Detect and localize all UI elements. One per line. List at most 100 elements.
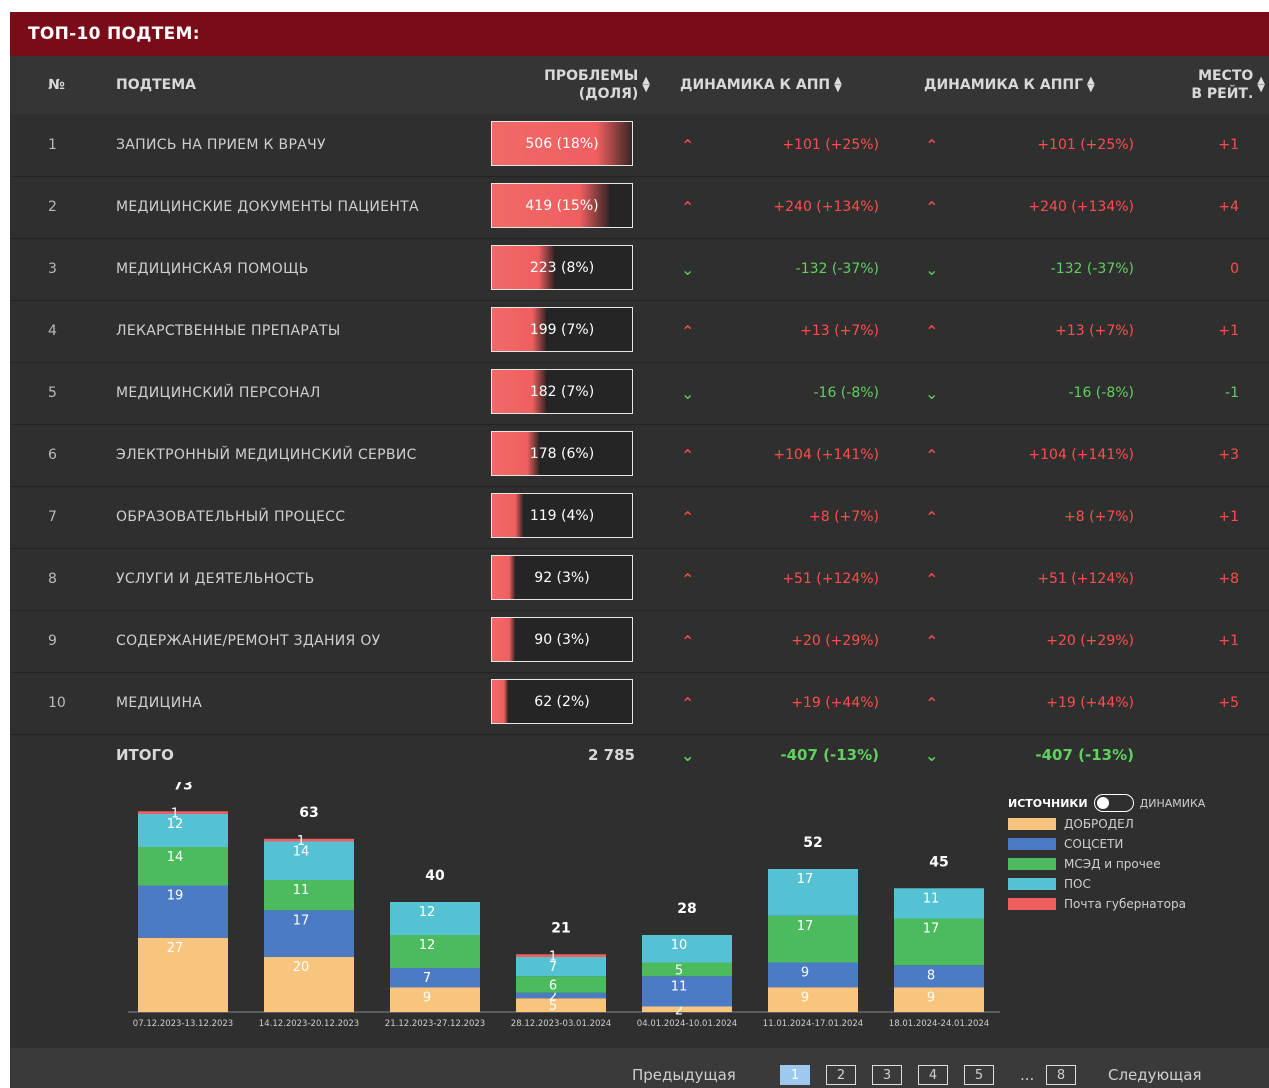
bar-total-label: 45 — [929, 854, 948, 870]
header-dyn-appg[interactable]: ДИНАМИКА К АППГ ▲ ▼ — [924, 56, 1095, 114]
table-row[interactable]: 4 ЛЕКАРСТВЕННЫЕ ПРЕПАРАТЫ 199 (7%) ⌃ +13 (+7… — [10, 300, 1269, 363]
chevron-down-icon: ⌄ — [925, 259, 939, 279]
bar-segment-label: 17 — [797, 872, 814, 887]
row-subtopic: ЛЕКАРСТВЕННЫЕ ПРЕПАРАТЫ — [116, 322, 341, 339]
row-place: +5 — [1218, 695, 1239, 711]
bar-total-label: 73 — [173, 782, 192, 793]
row-dyn-app: +20 (+29%) — [791, 633, 879, 649]
bar-segment-label: 17 — [293, 913, 310, 928]
bar-segment[interactable] — [768, 962, 858, 988]
x-tick-label: 07.12.2023-13.12.2023 — [133, 1019, 233, 1029]
table-row[interactable]: 9 СОДЕРЖАНИЕ/РЕМОНТ ЗДАНИЯ ОУ 90 (3%) ⌃ +20 … — [10, 610, 1269, 673]
bar-segment[interactable] — [264, 838, 354, 842]
sort-icon[interactable]: ▲ ▼ — [642, 76, 650, 94]
row-dyn-appg: +51 (+124%) — [1037, 571, 1134, 587]
chevron-up-icon: ⌃ — [925, 507, 939, 527]
legend-items: ДОБРОДЕЛ СОЦСЕТИ МСЭД и прочее ПОС Почта губ… — [1008, 814, 1258, 914]
bar-segment-label: 1 — [549, 950, 557, 965]
mode-toggle[interactable] — [1093, 794, 1134, 812]
chevron-up-icon: ⌃ — [925, 197, 939, 217]
chevron-up-icon: ⌃ — [681, 445, 695, 465]
bar-segment[interactable] — [516, 954, 606, 957]
sort-icon[interactable]: ▲ ▼ — [1257, 76, 1265, 94]
table-row[interactable]: 6 ЭЛЕКТРОННЫЙ МЕДИЦИНСКИЙ СЕРВИС 178 (6%) ⌃… — [10, 424, 1269, 487]
row-number: 8 — [48, 571, 57, 587]
bar-segment[interactable] — [390, 968, 480, 988]
problems-bar: 92 (3%) — [491, 555, 633, 600]
bar-total-label: 40 — [425, 868, 445, 884]
bar-segment[interactable] — [138, 811, 228, 814]
bar-segment-label: 17 — [923, 922, 940, 937]
page-button[interactable]: 4 — [918, 1065, 948, 1085]
problems-value: 506 (18%) — [525, 135, 599, 152]
bar-segment-label: 20 — [293, 960, 310, 975]
legend-item[interactable]: ПОС — [1008, 874, 1258, 894]
bar-segment[interactable] — [516, 992, 606, 999]
problems-bar: 62 (2%) — [491, 679, 633, 724]
page-button[interactable]: 1 — [780, 1065, 810, 1085]
top-subtopics-panel: ТОП-10 ПОДТЕМ: № ПОДТЕМА ПРОБЛЕМЫ (ДОЛЯ)… — [10, 12, 1269, 1088]
table-row[interactable]: 3 МЕДИЦИНСКАЯ ПОМОЩЬ 223 (8%) ⌄ -132 (-37%) ⌄… — [10, 238, 1269, 301]
header-place-line1: МЕСТО — [1198, 68, 1254, 84]
page-button[interactable]: 3 — [872, 1065, 902, 1085]
row-number: 9 — [48, 633, 57, 649]
bar-segment[interactable] — [894, 987, 984, 1012]
legend-item[interactable]: ДОБРОДЕЛ — [1008, 814, 1258, 834]
bar-segment[interactable] — [642, 1006, 732, 1013]
chevron-up-icon: ⌃ — [681, 631, 695, 651]
problems-value: 223 (8%) — [529, 259, 595, 276]
bar-segment[interactable] — [642, 962, 732, 977]
bar-segment[interactable] — [390, 987, 480, 1012]
chevron-up-icon: ⌃ — [681, 197, 695, 217]
table-row[interactable]: 10 МЕДИЦИНА 62 (2%) ⌃ +19 (+44%) ⌃ +19 (+44%) +… — [10, 672, 1269, 735]
problems-value: 90 (3%) — [534, 631, 590, 648]
bar-segment[interactable] — [516, 976, 606, 993]
row-subtopic: ЭЛЕКТРОННЫЙ МЕДИЦИНСКИЙ СЕРВИС — [116, 446, 417, 463]
sort-icon[interactable]: ▲ ▼ — [834, 76, 842, 94]
bar-segment[interactable] — [516, 998, 606, 1012]
row-place: +1 — [1218, 633, 1239, 649]
problems-value: 199 (7%) — [529, 321, 595, 338]
page-button[interactable]: 5 — [964, 1065, 994, 1085]
bar-segment[interactable] — [894, 965, 984, 988]
total-value: 2 785 — [588, 746, 635, 764]
total-row: ИТОГО 2 785 ⌄ -407 (-13%) ⌄ -407 (-13%) — [10, 740, 1269, 770]
header-place[interactable]: МЕСТО В РЕЙТ. ▲ ▼ — [1191, 56, 1265, 114]
header-dyn-app[interactable]: ДИНАМИКА К АПП ▲ ▼ — [680, 56, 842, 114]
x-tick-label: 28.12.2023-03.01.2024 — [511, 1019, 611, 1029]
row-dyn-app: +19 (+44%) — [791, 695, 879, 711]
header-dyn-app-label: ДИНАМИКА К АПП — [680, 77, 831, 93]
next-page-button[interactable]: Следующая — [1108, 1065, 1202, 1085]
bar-segment[interactable] — [516, 957, 606, 977]
chevron-up-icon: ⌃ — [925, 693, 939, 713]
legend-item[interactable]: МСЭД и прочее — [1008, 854, 1258, 874]
row-dyn-appg: +101 (+25%) — [1037, 137, 1134, 153]
table-row[interactable]: 2 МЕДИЦИНСКИЕ ДОКУМЕНТЫ ПАЦИЕНТА 419 (15%)… — [10, 176, 1269, 239]
x-tick-label: 14.12.2023-20.12.2023 — [259, 1019, 359, 1029]
table-row[interactable]: 5 МЕДИЦИНСКИЙ ПЕРСОНАЛ 182 (7%) ⌄ -16 (-8%) ⌄… — [10, 362, 1269, 425]
sort-icon[interactable]: ▲ ▼ — [1087, 76, 1095, 94]
bar-segment-label: 11 — [293, 883, 310, 898]
chevron-down-icon: ⌄ — [681, 259, 695, 279]
table-row[interactable]: 8 УСЛУГИ И ДЕЯТЕЛЬНОСТЬ 92 (3%) ⌃ +51 (+124%… — [10, 548, 1269, 611]
row-subtopic: МЕДИЦИНА — [116, 694, 203, 711]
chevron-up-icon: ⌃ — [681, 569, 695, 589]
total-dyn-appg: -407 (-13%) — [1035, 746, 1134, 764]
bar-segment[interactable] — [768, 987, 858, 1012]
legend-item[interactable]: СОЦСЕТИ — [1008, 834, 1258, 854]
legend-item[interactable]: Почта губернатора — [1008, 894, 1258, 914]
chevron-up-icon: ⌃ — [925, 631, 939, 651]
header-problems[interactable]: ПРОБЛЕМЫ (ДОЛЯ) ▲ ▼ — [490, 56, 650, 114]
prev-page-button[interactable]: Предыдущая — [632, 1065, 736, 1085]
problems-bar: 199 (7%) — [491, 307, 633, 352]
row-number: 3 — [48, 261, 57, 277]
header-num: № — [48, 77, 65, 93]
row-dyn-app: +51 (+124%) — [782, 571, 879, 587]
page-button[interactable]: 2 — [826, 1065, 856, 1085]
chevron-up-icon: ⌃ — [681, 321, 695, 341]
page-button-last[interactable]: 8 — [1046, 1065, 1076, 1085]
row-number: 4 — [48, 323, 57, 339]
row-place: +1 — [1218, 137, 1239, 153]
table-row[interactable]: 7 ОБРАЗОВАТЕЛЬНЫЙ ПРОЦЕСС 119 (4%) ⌃ +8 (+7%… — [10, 486, 1269, 549]
table-row[interactable]: 1 ЗАПИСЬ НА ПРИЕМ К ВРАЧУ 506 (18%) ⌃ +101 (… — [10, 114, 1269, 177]
